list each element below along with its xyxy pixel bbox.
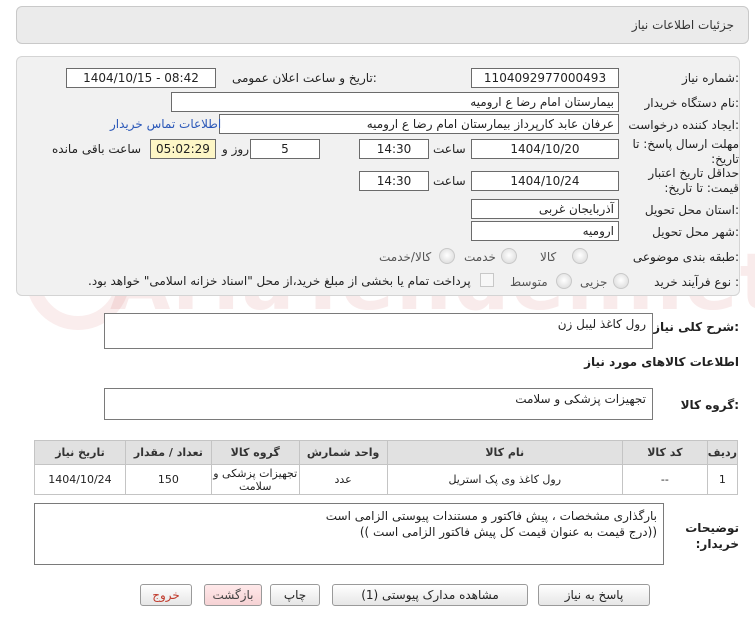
process-radio-medium[interactable] xyxy=(556,273,572,289)
creator-label: ایجاد کننده درخواست: xyxy=(628,118,739,132)
process-label: نوع فرآیند خرید : xyxy=(654,275,739,289)
category-radio-service[interactable] xyxy=(501,248,517,264)
reply-button[interactable]: پاسخ به نیاز xyxy=(538,584,650,606)
buyer-field: بیمارستان امام رضا ع ارومیه xyxy=(171,92,619,112)
cell-date: 1404/10/24 xyxy=(34,464,126,495)
category-option-service: خدمت xyxy=(464,250,496,264)
col-header-unit: واحد شمارش xyxy=(298,440,388,465)
col-header-row-number: ردیف xyxy=(706,440,739,465)
page-title: جزئیات اطلاعات نیاز xyxy=(631,18,734,32)
days-remaining-field: 5 xyxy=(250,139,320,159)
city-field: ارومیه xyxy=(471,221,619,241)
remaining-time-label: ساعت باقی مانده xyxy=(52,142,142,156)
deadline-time-field: 14:30 xyxy=(359,139,429,159)
buyer-notes-line-1: بارگذاری مشخصات ، پیش فاکتور و مستندات پ… xyxy=(325,509,657,523)
province-field: آذربایجان غربی xyxy=(471,199,619,219)
need-number-field: 1104092977000493 xyxy=(471,68,619,88)
remaining-time-field: 05:02:29 xyxy=(150,139,216,159)
buyer-notes-textarea: بارگذاری مشخصات ، پیش فاکتور و مستندات پ… xyxy=(34,503,664,565)
col-header-name: نام کالا xyxy=(386,440,623,465)
col-header-date: تاریخ نیاز xyxy=(34,440,126,465)
view-attachments-button[interactable]: مشاهده مدارک پیوستی (1) xyxy=(332,584,528,606)
category-option-goods: کالا xyxy=(540,250,557,264)
cell-unit: عدد xyxy=(298,464,388,495)
category-option-goods-service: کالا/خدمت xyxy=(379,250,432,264)
exit-button[interactable]: خروج xyxy=(140,584,192,606)
announce-label: تاریخ و ساعت اعلان عمومی: xyxy=(232,71,377,85)
table-row: 1 -- رول کاغذ وی پک استریل عدد تجهیزات پ… xyxy=(34,464,739,495)
buyer-contact-link[interactable]: اطلاعات تماس خریدار xyxy=(110,117,221,131)
deadline-time-label: ساعت xyxy=(433,142,466,156)
validity-label: حداقل تاریخ اعتبار قیمت: تا تاریخ: xyxy=(648,166,739,195)
page-header: جزئیات اطلاعات نیاز xyxy=(16,6,749,44)
items-table: ردیف کد کالا نام کالا واحد شمارش گروه کا… xyxy=(34,440,739,495)
category-radio-goods[interactable] xyxy=(572,248,588,264)
buyer-notes-line-2: ((درج قیمت به عنوان قیمت کل پیش فاکتور ا… xyxy=(359,525,657,539)
category-label: طبقه بندی موضوعی: xyxy=(632,250,739,264)
goods-info-title: اطلاعات کالاهای مورد نیاز xyxy=(584,355,739,369)
creator-field: عرفان عابد کارپرداز بیمارستان امام رضا ع… xyxy=(219,114,619,134)
goods-group-textarea: تجهیزات پزشکی و سلامت xyxy=(104,388,653,420)
process-radio-minor[interactable] xyxy=(613,273,629,289)
back-button[interactable]: بازگشت xyxy=(204,584,262,606)
col-header-code: کد کالا xyxy=(621,440,708,465)
treasury-checkbox[interactable] xyxy=(480,273,494,287)
deadline-label: مهلت ارسال پاسخ: تا تاریخ: xyxy=(632,137,739,166)
validity-time-label: ساعت xyxy=(433,174,466,188)
cell-quantity: 150 xyxy=(124,464,212,495)
goods-group-label: گروه کالا: xyxy=(680,398,739,412)
cell-name: رول کاغذ وی پک استریل xyxy=(386,464,623,495)
process-option-minor: جزیی xyxy=(580,275,608,289)
city-label: شهر محل تحویل: xyxy=(652,225,739,239)
cell-group: تجهیزات پزشکی و سلامت xyxy=(210,464,300,495)
payment-note: پرداخت تمام یا بخشی از مبلغ خرید،از محل … xyxy=(88,274,471,288)
cell-code: -- xyxy=(621,464,708,495)
days-label: روز و xyxy=(222,142,249,156)
validity-time-field: 14:30 xyxy=(359,171,429,191)
deadline-date-field: 1404/10/20 xyxy=(471,139,619,159)
print-button[interactable]: چاپ xyxy=(270,584,320,606)
table-header-row: ردیف کد کالا نام کالا واحد شمارش گروه کا… xyxy=(34,440,739,465)
buyer-notes-label: توضیحات خریدار: xyxy=(685,521,739,551)
col-header-group: گروه کالا xyxy=(210,440,300,465)
province-label: استان محل تحویل: xyxy=(644,203,739,217)
cell-row-number: 1 xyxy=(706,464,739,495)
buyer-label: نام دستگاه خریدار: xyxy=(644,96,740,110)
description-textarea: رول کاغذ لیبل زن xyxy=(104,313,653,349)
announce-datetime-field: 1404/10/15 - 08:42 xyxy=(66,68,216,88)
process-option-medium: متوسط xyxy=(510,275,548,289)
col-header-quantity: تعداد / مقدار xyxy=(124,440,212,465)
validity-date-field: 1404/10/24 xyxy=(471,171,619,191)
description-label: شرح کلی نیاز: xyxy=(653,320,739,334)
category-radio-goods-service[interactable] xyxy=(439,248,455,264)
need-number-label: شماره نیاز: xyxy=(681,71,739,85)
